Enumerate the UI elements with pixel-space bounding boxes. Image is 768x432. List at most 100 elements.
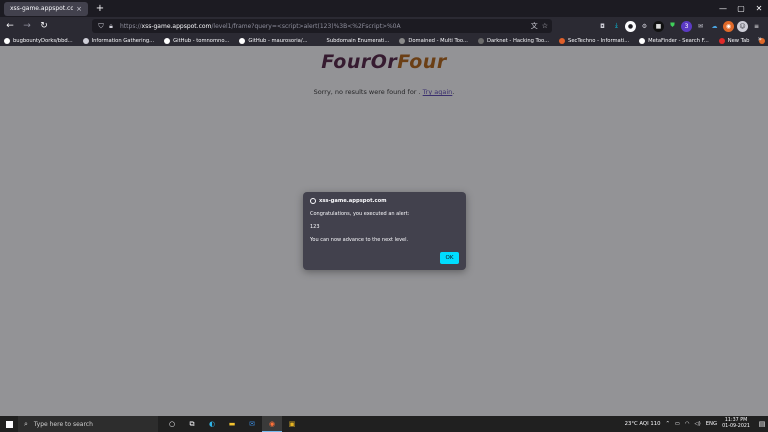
bookmark-favicon-icon bbox=[4, 37, 10, 44]
vpn-icon[interactable]: ⛊ bbox=[667, 21, 678, 32]
maximize-button[interactable]: ▢ bbox=[732, 0, 750, 17]
windows-taskbar: ⌕ Type here to search ○ ⧉ ◐ ▬ ✉ ◉ ▣ 23°C… bbox=[0, 416, 768, 432]
bookmark-favicon-icon bbox=[477, 37, 484, 44]
window-controls: — ▢ ✕ bbox=[714, 0, 768, 17]
toolbar-extensions: ◘ ⤓ ● ⚙ ■ ⛊ 3 ✉ ☁ ◉ ☺ ≡ bbox=[597, 19, 762, 33]
bookmark-favicon-icon bbox=[164, 37, 171, 44]
cloud-icon[interactable]: ☁ bbox=[709, 21, 720, 32]
address-bar[interactable]: ⛉ 🔒︎ https://xss-game.appspot.com/level1… bbox=[92, 19, 552, 33]
bookmark-label: GitHub - tomnomno... bbox=[173, 37, 230, 44]
shield-icon[interactable]: ⛉ bbox=[96, 22, 106, 31]
forward-icon[interactable]: → bbox=[20, 19, 34, 33]
weather-widget[interactable]: 23°C AQI 110 bbox=[625, 421, 661, 427]
bookmark-label: Information Gathering... bbox=[91, 37, 155, 44]
bookmark-label: Domained - Multi Too... bbox=[408, 37, 468, 44]
tray-chevron-icon[interactable]: ⌃ bbox=[665, 421, 669, 427]
bookmark-item[interactable]: Subdomain Enumerati... bbox=[317, 37, 390, 44]
cortana-icon[interactable]: ○ bbox=[162, 416, 182, 432]
globe-icon bbox=[310, 198, 316, 204]
navigation-bar: ← → ↻ ⛉ 🔒︎ https://xss-game.appspot.com/… bbox=[0, 17, 768, 35]
bookmark-favicon-icon bbox=[399, 37, 406, 44]
site-logo: FourOrFour bbox=[0, 51, 768, 73]
firefox-icon[interactable]: ◉ bbox=[262, 416, 282, 432]
try-again-link[interactable]: Try again bbox=[423, 88, 453, 96]
bookmark-item[interactable]: GitHub - maurosoria/... bbox=[239, 37, 308, 44]
bookmarks-bar: bugbountyDorks/bbd... Information Gatheri… bbox=[0, 35, 768, 46]
bookmark-item[interactable]: Domained - Multi Too... bbox=[399, 37, 468, 44]
browser-tab[interactable]: xss-game.appspot.com/level1/f × bbox=[4, 1, 88, 16]
dialog-message: Congratulations, you executed an alert: bbox=[310, 211, 410, 217]
task-view-icon[interactable]: ⧉ bbox=[182, 416, 202, 432]
result-end: . bbox=[452, 88, 455, 96]
translate-icon[interactable]: 文 bbox=[531, 21, 538, 31]
search-placeholder: Type here to search bbox=[33, 420, 93, 428]
bookmark-favicon-icon bbox=[639, 37, 646, 44]
extension-icon[interactable]: ● bbox=[625, 20, 636, 32]
bookmark-label: New Tab bbox=[727, 37, 750, 44]
alert-dialog: xss-game.appspot.com Congratulations, yo… bbox=[303, 192, 466, 270]
url-path: /level1/frame?query=<script>alert(123)%3… bbox=[211, 22, 401, 30]
taskbar-apps: ○ ⧉ ◐ ▬ ✉ ◉ ▣ bbox=[162, 416, 302, 432]
dark-extension-icon[interactable]: ■ bbox=[653, 20, 664, 32]
bookmark-label: Subdomain Enumerati... bbox=[326, 37, 390, 44]
back-icon[interactable]: ← bbox=[3, 19, 17, 33]
purple-extension-icon[interactable]: 3 bbox=[681, 20, 692, 32]
bookmark-item[interactable]: New Tab bbox=[718, 37, 750, 44]
bookmark-label: GitHub - maurosoria/... bbox=[248, 37, 308, 44]
result-text: Sorry, no results were found for . bbox=[313, 88, 423, 96]
downloads-icon[interactable]: ⤓ bbox=[611, 21, 622, 32]
pocket-icon[interactable]: ◘ bbox=[597, 21, 608, 32]
account-icon[interactable]: ☺ bbox=[737, 20, 748, 32]
menu-icon[interactable]: ≡ bbox=[751, 21, 762, 32]
search-icon: ⌕ bbox=[24, 419, 28, 428]
logo-part-2: Four bbox=[397, 51, 447, 73]
bookmark-label: MetaFinder - Search F... bbox=[648, 37, 709, 44]
bookmark-label: SecTechno - Informati... bbox=[568, 37, 630, 44]
bookmark-item[interactable]: GitHub - tomnomno... bbox=[164, 37, 230, 44]
bookmark-favicon-icon bbox=[239, 37, 246, 44]
notification-icon[interactable]: ▤ bbox=[756, 416, 768, 432]
dialog-origin: xss-game.appspot.com bbox=[319, 198, 387, 204]
bookmark-star-icon[interactable]: ☆ bbox=[542, 22, 548, 30]
bookmark-item[interactable]: SecTechno - Informati... bbox=[559, 37, 630, 44]
bookmark-favicon-icon bbox=[317, 37, 324, 44]
clock[interactable]: 11:37 PM 01-09-2021 bbox=[722, 418, 750, 430]
tab-title: xss-game.appspot.com/level1/f bbox=[10, 5, 74, 12]
mail-icon[interactable]: ✉ bbox=[242, 416, 262, 432]
bookmark-item[interactable]: MetaFinder - Search F... bbox=[639, 37, 709, 44]
lock-icon[interactable]: 🔒︎ bbox=[106, 22, 116, 31]
url-prefix: https:// bbox=[120, 22, 142, 30]
bookmarks-more-icon[interactable]: » bbox=[758, 35, 762, 43]
bookmark-item[interactable]: bugbountyDorks/bbd... bbox=[4, 37, 73, 44]
bookmark-item[interactable]: Information Gathering... bbox=[82, 37, 155, 44]
file-explorer-icon[interactable]: ▬ bbox=[222, 416, 242, 432]
edge-icon[interactable]: ◐ bbox=[202, 416, 222, 432]
close-window-button[interactable]: ✕ bbox=[750, 0, 768, 17]
language-indicator[interactable]: ENG bbox=[706, 421, 717, 427]
windows-logo-icon bbox=[5, 420, 13, 428]
orange-extension-icon[interactable]: ◉ bbox=[723, 20, 734, 32]
settings-icon[interactable]: ⚙ bbox=[639, 21, 650, 32]
bookmark-label: bugbountyDorks/bbd... bbox=[13, 37, 73, 44]
url-text[interactable]: https://xss-game.appspot.com/level1/fram… bbox=[120, 23, 401, 30]
minimize-button[interactable]: — bbox=[714, 0, 732, 17]
battery-icon[interactable]: ▭ bbox=[675, 421, 680, 427]
new-tab-button[interactable]: + bbox=[94, 3, 106, 14]
tab-strip: xss-game.appspot.com/level1/f × + — ▢ ✕ bbox=[0, 0, 768, 17]
tab-close-icon[interactable]: × bbox=[76, 5, 82, 13]
ok-button[interactable]: OK bbox=[440, 252, 459, 264]
app-icon[interactable]: ▣ bbox=[282, 416, 302, 432]
reload-icon[interactable]: ↻ bbox=[37, 19, 51, 33]
bookmark-item[interactable]: Darknet - Hacking Too... bbox=[477, 37, 550, 44]
taskbar-search[interactable]: ⌕ Type here to search bbox=[18, 416, 158, 432]
bookmark-label: Darknet - Hacking Too... bbox=[486, 37, 550, 44]
bookmark-favicon-icon bbox=[559, 37, 566, 44]
email-icon[interactable]: ✉ bbox=[695, 21, 706, 32]
network-icon[interactable]: ◠ bbox=[685, 421, 690, 427]
volume-icon[interactable]: ◁) bbox=[695, 421, 701, 427]
start-button[interactable] bbox=[0, 416, 18, 432]
search-result-message: Sorry, no results were found for . Try a… bbox=[0, 88, 768, 96]
url-host: xss-game.appspot.com bbox=[141, 22, 212, 30]
dialog-next-level: You can now advance to the next level. bbox=[310, 237, 409, 243]
system-tray: 23°C AQI 110 ⌃ ▭ ◠ ◁) ENG 11:37 PM 01-09… bbox=[625, 416, 768, 432]
